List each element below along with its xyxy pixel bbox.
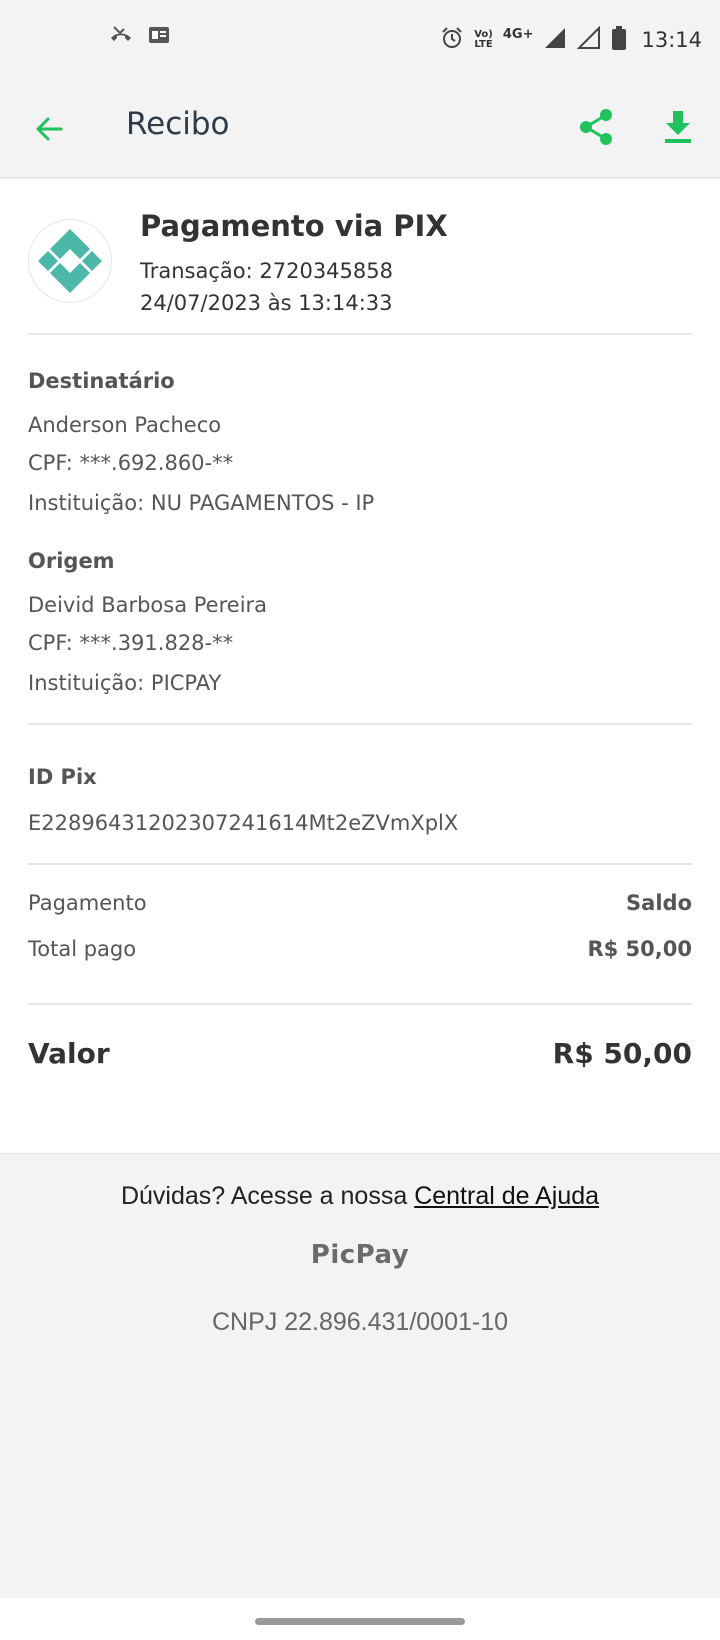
clock: 13:14: [641, 28, 702, 52]
payment-title: Pagamento via PIX: [140, 209, 448, 243]
amount-value: R$ 50,00: [552, 1037, 692, 1070]
message-icon: [148, 25, 170, 50]
payment-method-label: Pagamento: [28, 891, 147, 915]
download-button[interactable]: [656, 104, 700, 150]
transaction-datetime: 24/07/2023 às 13:14:33: [140, 291, 393, 315]
origin-name: Deivid Barbosa Pereira: [28, 593, 268, 617]
picpay-logo: PicPay: [310, 1240, 410, 1270]
origin-institution: Instituição: PICPAY: [28, 671, 222, 695]
pix-logo: [28, 219, 112, 303]
signal-icon: [543, 26, 567, 55]
volte-bottom: LTE: [474, 39, 493, 50]
total-paid-label: Total pago: [28, 937, 137, 961]
cnpj-text: CNPJ 22.896.431/0001-10: [211, 1308, 509, 1336]
network-type: 4G+: [502, 26, 534, 42]
help-center-link[interactable]: Central de Ajuda: [414, 1182, 599, 1210]
status-bar: Vo) LTE 4G+ 13:14: [0, 0, 720, 80]
arrow-left-icon: [36, 117, 63, 141]
back-button[interactable]: [28, 108, 70, 150]
transaction-id: Transação: 2720345858: [140, 259, 393, 283]
home-indicator[interactable]: [255, 1618, 465, 1625]
divider: [28, 1003, 692, 1005]
divider: [28, 863, 692, 865]
recipient-institution: Instituição: NU PAGAMENTOS - IP: [28, 491, 375, 515]
signal-empty-icon: [577, 25, 601, 55]
recipient-label: Destinatário: [28, 369, 175, 393]
volte-indicator: Vo) LTE: [474, 30, 493, 50]
payment-method-value: Saldo: [626, 891, 692, 915]
share-icon: [580, 109, 612, 145]
total-paid-value: R$ 50,00: [587, 937, 692, 961]
pix-id-label: ID Pix: [28, 765, 97, 789]
alarm-icon: [440, 26, 464, 55]
page-title: Recibo: [126, 106, 230, 142]
app-bar: Recibo: [0, 80, 720, 178]
missed-call-icon: [108, 24, 134, 51]
divider: [28, 723, 692, 725]
amount-label: Valor: [28, 1037, 110, 1070]
origin-label: Origem: [28, 549, 115, 573]
pix-id-value: E22896431202307241614Mt2eZVmXplX: [28, 811, 459, 835]
recipient-name: Anderson Pacheco: [28, 413, 222, 437]
receipt-card: Pagamento via PIX Transação: 2720345858 …: [0, 179, 720, 1154]
download-icon: [665, 111, 691, 143]
recipient-cpf: CPF: ***.692.860-**: [28, 451, 234, 475]
help-text: Dúvidas? Acesse a nossa Central de Ajuda: [0, 1182, 720, 1211]
divider: [28, 333, 692, 335]
origin-cpf: CPF: ***.391.828-**: [28, 631, 234, 655]
battery-icon: [611, 25, 627, 55]
share-button[interactable]: [574, 104, 618, 150]
help-prefix: Dúvidas? Acesse a nossa: [120, 1182, 415, 1210]
navigation-bar: [0, 1598, 720, 1640]
